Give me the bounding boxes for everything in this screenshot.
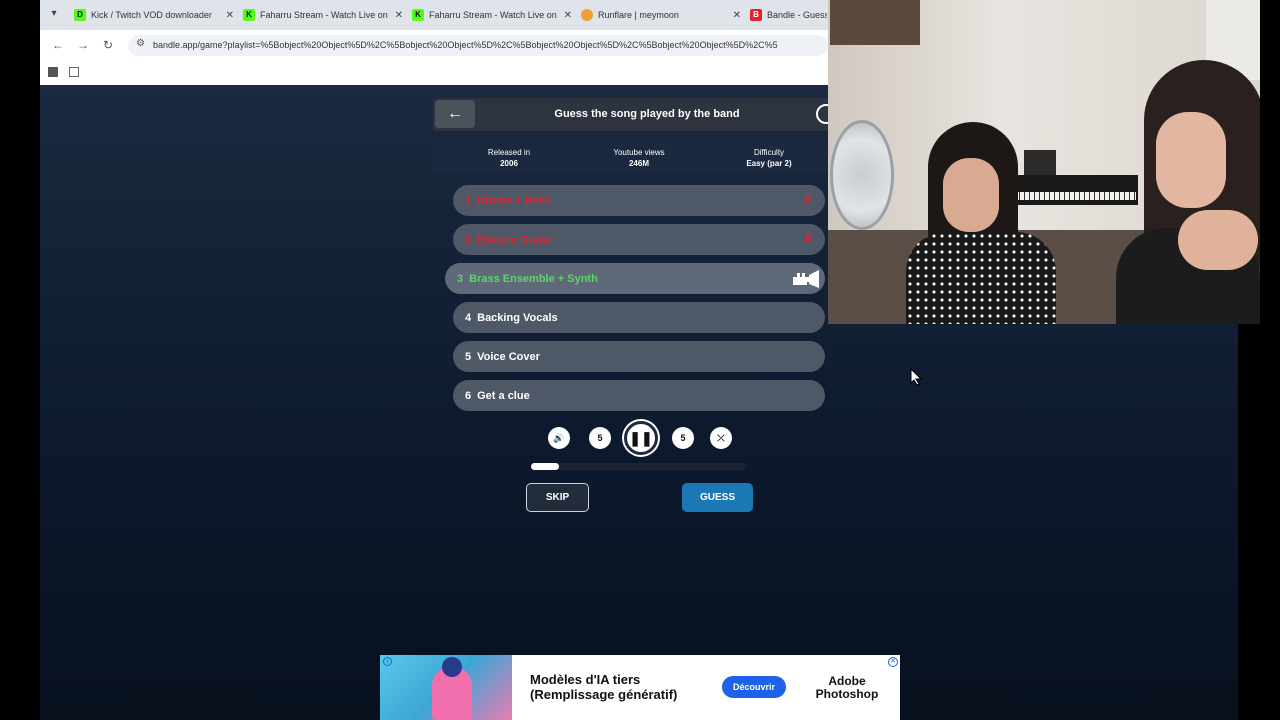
- step-number: 1: [465, 194, 472, 207]
- game-header: ← Guess the song played by the band: [433, 98, 836, 131]
- piano-keys: [1010, 192, 1136, 200]
- tab-title: Faharru Stream - Watch Live on: [429, 10, 557, 20]
- rewind-seconds: 5: [597, 433, 603, 443]
- info-label: Youtube views: [613, 148, 665, 157]
- ad-headline: Modèles d'IA tiers: [530, 672, 641, 687]
- tab-title: Faharru Stream - Watch Live on: [260, 10, 388, 20]
- tab-close-icon[interactable]: ✕: [395, 10, 403, 21]
- tab-favicon-icon: K: [243, 9, 255, 21]
- back-button[interactable]: ←: [435, 100, 475, 128]
- playback-progress-bar[interactable]: [531, 463, 746, 470]
- step-label: Backing Vocals: [477, 311, 558, 324]
- site-settings-icon[interactable]: ⚙: [136, 38, 145, 49]
- step-backing-vocals[interactable]: 4 Backing Vocals: [453, 302, 825, 333]
- bookmarks-bar: [40, 60, 828, 85]
- youtube-views-info: Youtube views 246M: [589, 147, 689, 169]
- bookmark-icon[interactable]: [48, 67, 58, 77]
- step-number: 2: [465, 233, 472, 246]
- trumpet-icon: [793, 270, 819, 288]
- forward-arrow-icon[interactable]: →: [75, 37, 91, 53]
- back-arrow-icon[interactable]: ←: [50, 37, 66, 53]
- browser-tab-strip: ▾ D Kick / Twitch VOD downloader ✕ K Fah…: [40, 0, 828, 30]
- apps-grid-icon[interactable]: [69, 67, 79, 77]
- ad-figure-head: [442, 657, 462, 677]
- step-label: Electric Guitar: [477, 233, 553, 246]
- step-label: Brass Ensemble + Synth: [469, 272, 598, 285]
- skip-button[interactable]: SKIP: [526, 483, 589, 512]
- info-value: Easy (par 2): [746, 159, 792, 168]
- step-electric-guitar[interactable]: 2 Electric Guitar ✗: [453, 224, 825, 255]
- playback-progress-fill: [531, 463, 559, 470]
- tab-favicon-icon: D: [74, 9, 86, 21]
- release-year-info: Released in 2006: [459, 147, 559, 169]
- step-get-a-clue[interactable]: 6 Get a clue: [453, 380, 825, 411]
- step-label: Get a clue: [477, 389, 530, 402]
- step-drums-bass[interactable]: 1 Drums + Bass ✗: [453, 185, 825, 216]
- rewind-5-button[interactable]: 5: [589, 427, 611, 449]
- person-right-face: [1156, 112, 1226, 208]
- step-label: Voice Cover: [477, 350, 540, 363]
- step-number: 4: [465, 311, 472, 324]
- step-number: 3: [457, 272, 464, 285]
- arrow-left-icon: ←: [447, 105, 463, 122]
- page-title: Guess the song played by the band: [554, 108, 740, 120]
- ad-info-icon[interactable]: i: [383, 657, 392, 666]
- pause-button[interactable]: ❚❚: [624, 421, 658, 455]
- tab-close-icon[interactable]: ✕: [733, 10, 741, 21]
- ad-close-icon[interactable]: ✕: [888, 657, 898, 667]
- ad-subheadline: (Remplissage génératif): [530, 687, 678, 702]
- tab-search-icon[interactable]: ▾: [46, 6, 62, 22]
- step-label: Drums + Bass: [477, 194, 551, 207]
- ad-image: [380, 655, 512, 720]
- wrong-x-icon: ✗: [802, 193, 813, 207]
- difficulty-info: Difficulty Easy (par 2): [719, 147, 819, 169]
- person-left-body: [906, 232, 1056, 324]
- reload-icon[interactable]: ↻: [100, 37, 116, 53]
- webcam-overlay: [828, 0, 1260, 324]
- step-number: 6: [465, 389, 472, 402]
- tab-close-icon[interactable]: ✕: [226, 10, 234, 21]
- info-label: Difficulty: [753, 148, 785, 157]
- pause-icon: ❚❚: [629, 430, 653, 446]
- volume-icon[interactable]: 🔊: [548, 427, 570, 449]
- browser-toolbar: ← → ↻ ⚙ bandle.app/game?playlist=%5Bobje…: [40, 30, 828, 60]
- tab-close-icon[interactable]: ✕: [564, 10, 572, 21]
- browser-tab[interactable]: Runflare | meymoon ✕: [581, 4, 741, 26]
- repeat-off-icon[interactable]: ⤫: [710, 427, 732, 449]
- wrong-x-icon: ✗: [802, 232, 813, 246]
- piano: [1008, 175, 1138, 205]
- person-right-hand: [1178, 210, 1258, 270]
- fan: [830, 120, 894, 230]
- browser-tab[interactable]: D Kick / Twitch VOD downloader ✕: [74, 4, 234, 26]
- step-voice-cover[interactable]: 5 Voice Cover: [453, 341, 825, 372]
- browser-tab[interactable]: K Faharru Stream - Watch Live on ✕: [243, 4, 403, 26]
- address-bar[interactable]: ⚙ bandle.app/game?playlist=%5Bobject%20O…: [128, 35, 828, 56]
- browser-tab-active[interactable]: B Bandle - Guess: [750, 4, 828, 26]
- guess-button[interactable]: GUESS: [682, 483, 753, 512]
- ad-banner[interactable]: i Modèles d'IA tiers (Remplissage généra…: [380, 655, 900, 720]
- screen: ▾ D Kick / Twitch VOD downloader ✕ K Fah…: [0, 0, 1280, 720]
- tab-favicon-icon: B: [750, 9, 762, 21]
- forward-5-button[interactable]: 5: [672, 427, 694, 449]
- info-value: 2006: [500, 159, 518, 168]
- wall-picture: [830, 0, 920, 45]
- tab-favicon-icon: K: [412, 9, 424, 21]
- ad-brand: Adobe: [828, 674, 866, 688]
- tab-title: Runflare | meymoon: [598, 10, 679, 20]
- info-value: 246M: [628, 159, 649, 168]
- ad-cta-button[interactable]: Découvrir: [722, 676, 786, 698]
- url-text: bandle.app/game?playlist=%5Bobject%20Obj…: [153, 40, 778, 50]
- info-label: Released in: [487, 148, 531, 157]
- song-info-bar: Released in 2006 Youtube views 246M Diff…: [433, 142, 830, 173]
- step-number: 5: [465, 350, 472, 363]
- step-brass-ensemble-synth[interactable]: 3 Brass Ensemble + Synth: [445, 263, 825, 294]
- person-left-face: [943, 158, 999, 232]
- ad-product: Photoshop: [815, 687, 879, 701]
- tab-title: Bandle - Guess: [767, 10, 827, 20]
- tab-favicon-icon: [581, 9, 593, 21]
- forward-seconds: 5: [680, 433, 686, 443]
- tab-title: Kick / Twitch VOD downloader: [91, 10, 212, 20]
- browser-tab[interactable]: K Faharru Stream - Watch Live on ✕: [412, 4, 572, 26]
